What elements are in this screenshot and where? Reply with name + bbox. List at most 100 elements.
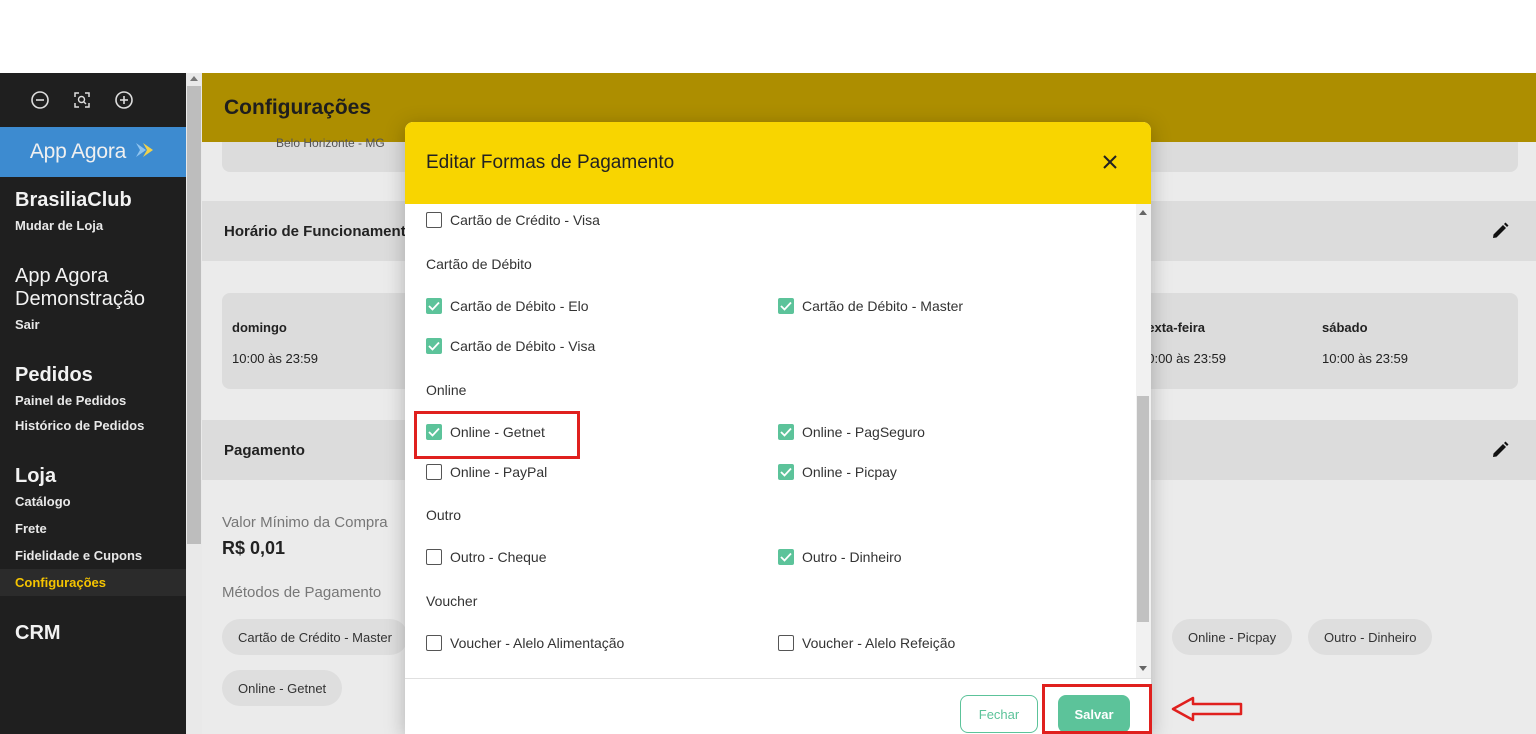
checkbox-unchecked-icon[interactable] [426, 464, 442, 480]
modal-footer: Fechar Salvar [405, 678, 1151, 734]
orders-title: Pedidos [15, 364, 93, 386]
payment-option-checkbox[interactable]: Online - Picpay [778, 464, 897, 480]
loyalty-link[interactable]: Fidelidade e Cupons [15, 542, 186, 569]
group-title: Voucher [426, 593, 478, 609]
store-section: BrasiliaClub Mudar de Loja [0, 189, 186, 239]
catalog-link[interactable]: Catálogo [15, 488, 186, 515]
option-label: Online - PayPal [450, 464, 548, 480]
option-label: Cartão de Débito - Elo [450, 298, 589, 314]
group-title: Online [426, 382, 467, 398]
day-name: sábado [1322, 320, 1368, 335]
save-button[interactable]: Salvar [1058, 695, 1130, 733]
payment-chip: Online - Getnet [222, 670, 343, 706]
option-label: Voucher - Alelo Alimentação [450, 635, 625, 651]
payment-option-checkbox[interactable]: Outro - Cheque [426, 549, 547, 565]
edit-hours-pencil-icon[interactable] [1490, 221, 1510, 241]
close-icon[interactable] [1101, 153, 1119, 171]
account-section: App Agora Demonstração Sair [0, 265, 186, 338]
orders-history-link[interactable]: Histórico de Pedidos [15, 412, 186, 439]
modal-scroll-up-icon[interactable] [1139, 210, 1147, 215]
payment-option-checkbox[interactable]: Voucher - Alelo Alimentação [426, 635, 624, 651]
hours-section-title: Horário de Funcionamento [224, 222, 415, 240]
payment-chip: Cartão de Crédito - Master [222, 619, 408, 655]
store-name: BrasiliaClub [15, 189, 132, 211]
scroll-up-arrow-icon[interactable] [190, 76, 198, 81]
hours-day: domingo 10:00 às 23:59 [232, 320, 318, 366]
option-label: Voucher - Alelo Refeição [802, 635, 956, 651]
zoom-out-icon[interactable] [30, 90, 50, 110]
checkbox-unchecked-icon[interactable] [778, 635, 794, 651]
day-name: domingo [232, 320, 287, 335]
payment-option-checkbox[interactable]: Cartão de Débito - Master [778, 298, 963, 314]
zoom-toolbar [0, 73, 186, 127]
red-arrow-icon [1170, 695, 1244, 728]
orders-section: Pedidos Painel de Pedidos Histórico de P… [0, 364, 186, 439]
brand-chevron-icon [134, 142, 156, 163]
checkbox-checked-icon[interactable] [426, 338, 442, 354]
checkbox-checked-icon[interactable] [778, 424, 794, 440]
option-label: Online - PagSeguro [802, 424, 925, 440]
option-label: Cartão de Débito - Master [802, 298, 964, 314]
payment-option-checkbox[interactable]: Cartão de Débito - Visa [426, 338, 595, 354]
modal-body: Cartão de Crédito - Visa Cartão de Débit… [405, 204, 1151, 678]
crm-section: CRM [0, 622, 186, 645]
page-title: Configurações [224, 95, 372, 119]
payment-option-checkbox[interactable]: Cartão de Crédito - Visa [426, 212, 600, 228]
payment-chip: Online - Picpay [1172, 619, 1293, 655]
option-label: Cartão de Crédito - Visa [450, 212, 600, 228]
zoom-fit-icon[interactable] [72, 90, 92, 110]
settings-link[interactable]: Configurações [0, 569, 186, 596]
address-text: Belo Horizonte - MG [276, 136, 385, 150]
day-time: 10:00 às 23:59 [1140, 351, 1227, 366]
checkbox-checked-icon[interactable] [778, 549, 794, 565]
edit-payment-modal: Editar Formas de Pagamento Cartão de Cré… [405, 122, 1151, 734]
day-time: 10:00 às 23:59 [232, 351, 319, 366]
checkbox-unchecked-icon[interactable] [426, 549, 442, 565]
group-title: Outro [426, 507, 462, 523]
option-label: Online - Getnet [450, 424, 545, 440]
store-menu-title: Loja [15, 465, 57, 487]
checkbox-unchecked-icon[interactable] [426, 212, 442, 228]
hours-day: sábado 10:00 às 23:59 [1322, 320, 1408, 366]
modal-scrollbar-thumb[interactable] [1137, 396, 1149, 622]
zoom-in-icon[interactable] [114, 90, 134, 110]
payment-option-checkbox[interactable]: Outro - Dinheiro [778, 549, 902, 565]
option-label: Online - Picpay [802, 464, 897, 480]
payment-option-checkbox[interactable]: Online - PayPal [426, 464, 547, 480]
crm-title: CRM [15, 622, 61, 644]
logout-link[interactable]: Sair [15, 311, 186, 338]
checkbox-checked-icon[interactable] [778, 464, 794, 480]
payment-section-title: Pagamento [224, 441, 305, 459]
close-button[interactable]: Fechar [960, 695, 1038, 733]
edit-payment-pencil-icon[interactable] [1490, 440, 1510, 460]
option-label: Outro - Cheque [450, 549, 547, 565]
day-time: 10:00 às 23:59 [1322, 351, 1409, 366]
min-purchase-value: R$ 0,01 [222, 538, 286, 558]
modal-title: Editar Formas de Pagamento [426, 152, 675, 173]
orders-panel-link[interactable]: Painel de Pedidos [15, 387, 186, 414]
change-store-link[interactable]: Mudar de Loja [15, 212, 186, 239]
modal-scroll-down-icon[interactable] [1139, 666, 1147, 671]
brand-name: App Agora [29, 140, 127, 163]
page: App Agora BrasiliaClub Mudar de Loja App… [0, 0, 1536, 734]
account-title: App Agora Demonstração [15, 265, 146, 310]
option-label: Cartão de Débito - Visa [450, 338, 596, 354]
sidebar: App Agora BrasiliaClub Mudar de Loja App… [0, 73, 186, 734]
hours-day: sexta-feira 10:00 às 23:59 [1140, 320, 1226, 366]
payment-option-checkbox[interactable]: Online - Getnet [426, 424, 545, 440]
brand-logo[interactable]: App Agora [0, 127, 186, 177]
checkbox-checked-icon[interactable] [426, 298, 442, 314]
shipping-link[interactable]: Frete [15, 515, 186, 542]
payment-option-checkbox[interactable]: Voucher - Alelo Refeição [778, 635, 955, 651]
option-label: Outro - Dinheiro [802, 549, 902, 565]
checkbox-checked-icon[interactable] [426, 424, 442, 440]
checkbox-unchecked-icon[interactable] [426, 635, 442, 651]
checkbox-checked-icon[interactable] [778, 298, 794, 314]
min-purchase-label: Valor Mínimo da Compra [222, 514, 388, 531]
modal-header: Editar Formas de Pagamento [405, 122, 1151, 204]
payment-option-checkbox[interactable]: Cartão de Débito - Elo [426, 298, 589, 314]
sidebar-scrollbar-thumb[interactable] [187, 86, 201, 544]
payment-chip: Outro - Dinheiro [1308, 619, 1433, 655]
group-title: Cartão de Débito [426, 256, 532, 272]
payment-option-checkbox[interactable]: Online - PagSeguro [778, 424, 925, 440]
